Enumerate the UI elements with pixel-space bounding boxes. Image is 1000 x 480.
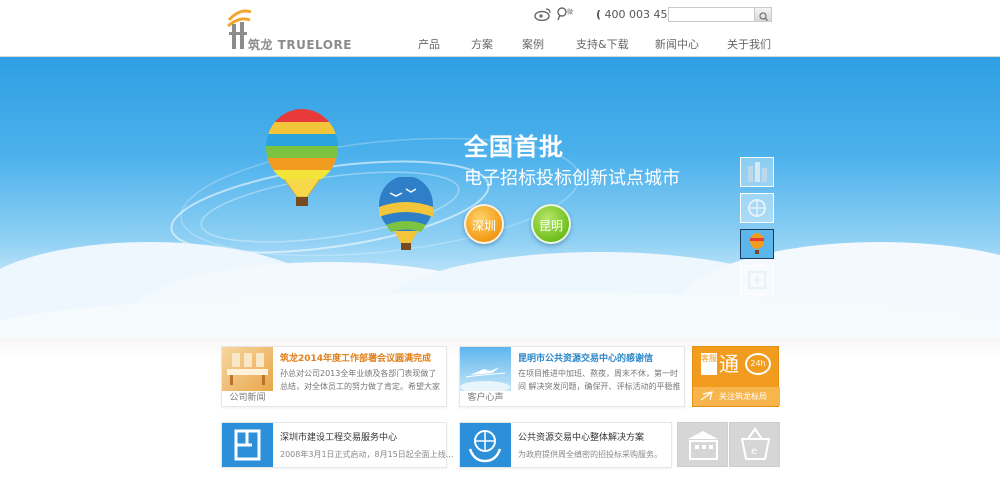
content-area: 公司新闻 筑龙2014年度工作部署会议圆满完成 孙总对公司2013全年业绩及各部… (0, 338, 1000, 480)
service-main-char: 通 (719, 352, 739, 376)
main-nav: 产品 方案 案例 支持&下载 新闻中心 关于我们 (0, 36, 1000, 52)
news-caption: 公司新闻 (222, 391, 273, 406)
service-label: 客服 (701, 353, 717, 375)
public-resource-card[interactable]: 公共资源交易中心整体解决方案 为政府提供周全缜密的招投标采购服务。 (459, 422, 672, 468)
follow-icon (700, 391, 713, 401)
shenzhen-title[interactable]: 深圳市建设工程交易服务中心 (280, 430, 397, 443)
nav-cases[interactable]: 案例 (522, 36, 544, 52)
service-24h-icon: 24h (745, 353, 771, 375)
customer-image (460, 347, 511, 393)
city-button-kunming[interactable]: 昆明 (531, 204, 571, 244)
public-resource-summary: 为政府提供周全缜密的招投标采购服务。 (518, 450, 662, 459)
slide-thumb-3[interactable] (740, 229, 774, 259)
news-title[interactable]: 筑龙2014年度工作部署会议圆满完成 (280, 351, 431, 364)
search-icon (759, 12, 769, 22)
svg-text:微: 微 (567, 8, 573, 16)
follow-link-label: 关注筑龙标局 (719, 392, 767, 401)
globe-hands-icon (460, 423, 511, 467)
customer-summary: 在项目推进中加班、熬夜，周末不休，第一时间 解决突发问题，确保开、评标活动的平稳… (518, 369, 681, 391)
news-image (222, 347, 273, 392)
customer-title[interactable]: 昆明市公共资源交易中心的感谢信 (518, 351, 653, 364)
shenzhen-logo-icon (222, 423, 273, 467)
site-header: 筑龙 TRUELORE 微 ( 400 003 4588 产品 方案 案例 支持… (0, 0, 1000, 57)
public-resource-title[interactable]: 公共资源交易中心整体解决方案 (518, 430, 644, 443)
tencent-weibo-icon[interactable]: 微 (556, 7, 574, 21)
slide-thumb-2[interactable] (740, 193, 774, 223)
search-button[interactable] (754, 8, 771, 22)
search-box (668, 7, 772, 22)
shopping-basket-icon: e (740, 427, 771, 460)
building-tile[interactable] (677, 422, 728, 467)
news-summary: 孙总对公司2013全年业绩及各部门表现做了总结，对全体员工的努力做了肯定。希望大… (280, 369, 440, 391)
hero-background (0, 137, 1000, 338)
hero-title: 全国首批 (464, 133, 564, 161)
nav-news-center[interactable]: 新闻中心 (655, 36, 699, 52)
weibo-icon[interactable] (534, 7, 552, 22)
building-icon (688, 431, 718, 460)
ecommerce-tile[interactable]: e (729, 422, 780, 467)
customer-card[interactable]: 客户心声 昆明市公共资源交易中心的感谢信 在项目推进中加班、熬夜，周末不休，第一… (459, 346, 685, 407)
news-card[interactable]: 公司新闻 筑龙2014年度工作部署会议圆满完成 孙总对公司2013全年业绩及各部… (221, 346, 447, 407)
shenzhen-card[interactable]: 深圳市建设工程交易服务中心 2008年3月1日正式启动，8月15日起全面上线..… (221, 422, 453, 468)
slide-thumb-4[interactable] (740, 265, 774, 295)
hot-air-balloon-large-icon (266, 109, 338, 206)
nav-support-download[interactable]: 支持&下载 (576, 36, 629, 52)
svg-text:e: e (751, 446, 757, 457)
phone-icon: ( (596, 8, 602, 21)
customer-service-badge[interactable]: 客服 通 24h 关注筑龙标局 (692, 346, 780, 407)
hero-banner: 全国首批 电子招标投标创新试点城市 深圳 昆明 (0, 57, 1000, 338)
hot-air-balloon-small-icon (379, 177, 433, 250)
slide-thumb-1[interactable] (740, 157, 774, 187)
nav-products[interactable]: 产品 (418, 36, 440, 52)
city-button-shenzhen[interactable]: 深圳 (464, 204, 504, 244)
shenzhen-summary: 2008年3月1日正式启动，8月15日起全面上线... (280, 450, 454, 459)
hero-subtitle: 电子招标投标创新试点城市 (464, 168, 680, 189)
customer-caption: 客户心声 (460, 391, 511, 406)
nav-solutions[interactable]: 方案 (471, 36, 493, 52)
search-input[interactable] (669, 8, 755, 21)
nav-about-us[interactable]: 关于我们 (727, 36, 771, 52)
